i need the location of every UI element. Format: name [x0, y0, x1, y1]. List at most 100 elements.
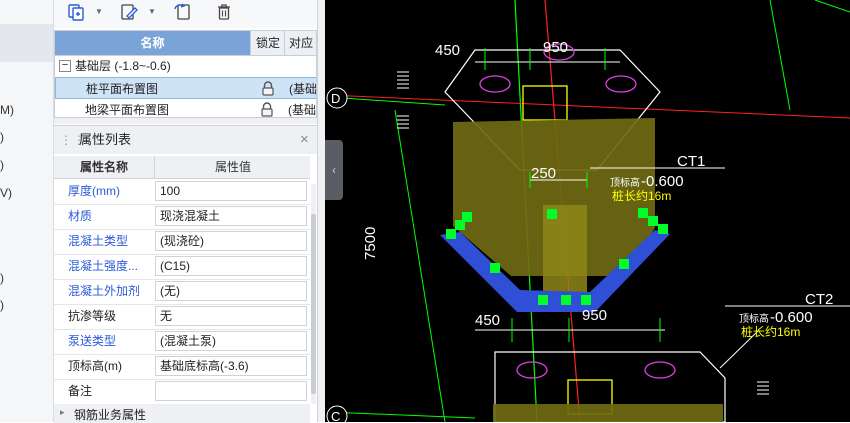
layer-row-correspond: (基础 — [288, 103, 316, 117]
refresh-icon — [174, 3, 190, 20]
property-value-field[interactable]: 100 — [155, 181, 307, 201]
layer-panel: ▼ ▼ 名称 锁定 对应 − 基础层 (-1.8~-0.6) 桩平面布置图 (基… — [54, 0, 317, 423]
property-name: 顶标高(m) — [68, 359, 122, 373]
properties-title-bar: ⋮⋮ 属性列表 × — [54, 126, 317, 154]
grid-line — [769, 0, 791, 111]
layer-group-row[interactable]: − 基础层 (-1.8~-0.6) — [55, 55, 316, 77]
pile-circle — [479, 75, 511, 93]
pile-circle — [644, 361, 676, 379]
property-value-field[interactable]: (C15) — [155, 256, 307, 276]
property-row[interactable]: 抗渗等级 无 — [54, 304, 310, 330]
nav-fragment: V) — [0, 186, 12, 200]
lock-icon[interactable] — [260, 102, 274, 118]
delete-layer-button[interactable] — [212, 1, 236, 23]
left-navigation-strip: M) ) ) V) ) ) — [0, 0, 54, 422]
column-header-property-name: 属性名称 — [79, 160, 128, 174]
selected-nav-item[interactable] — [0, 24, 53, 62]
column-header-property-value: 属性值 — [154, 156, 311, 178]
column-header-name[interactable]: 名称 — [55, 31, 250, 55]
property-row[interactable]: 备注 — [54, 379, 310, 405]
grid-line — [394, 109, 446, 422]
properties-panel: ⋮⋮ 属性列表 × 属性名称 属性值 厚度(mm) 100 材质 现浇混凝土混凝土类型… — [54, 125, 317, 423]
nav-fragment: ) — [0, 271, 4, 285]
property-name: 混凝土类型 — [68, 234, 129, 248]
layer-toolbar: ▼ ▼ — [54, 0, 317, 28]
chevron-left-icon: ‹ — [332, 163, 336, 177]
column-header-lock[interactable]: 锁定 — [250, 31, 285, 55]
cad-canvas[interactable]: 450 950 250 450 950 7500 D C CT1 顶标高 -0.… — [325, 0, 850, 422]
expand-icon[interactable]: ▸ — [60, 407, 65, 418]
callout-ct1-pile: 桩长约16m — [612, 188, 671, 203]
drawing-area[interactable]: 450 950 250 450 950 7500 D C CT1 顶标高 -0.… — [325, 0, 850, 422]
properties-footer[interactable]: ▸ 钢筋业务属性 — [54, 404, 310, 423]
spring-symbol — [397, 71, 409, 129]
delete-icon — [218, 4, 230, 20]
edit-icon — [121, 4, 138, 20]
nav-fragment: ) — [0, 130, 4, 144]
layer-group-label: 基础层 (-1.8~-0.6) — [75, 59, 171, 73]
property-row[interactable]: 混凝土外加剂 (无) — [54, 279, 310, 305]
pile-circle — [605, 75, 637, 93]
property-value-field[interactable]: (混凝土泵) — [155, 331, 307, 351]
property-row[interactable]: 厚度(mm) 100 — [54, 179, 310, 205]
properties-table-header: 属性名称 属性值 — [54, 156, 310, 179]
layer-table-header: 名称 锁定 对应 — [55, 31, 316, 56]
callout-ct2-name: CT2 — [805, 291, 833, 308]
layer-row-label: 地梁平面布置图 — [85, 103, 170, 117]
column-header-correspond[interactable]: 对应 — [284, 31, 316, 55]
callout-ct1-elev: -0.600 — [641, 173, 684, 190]
grid-line — [814, 0, 850, 13]
property-name: 厚度(mm) — [68, 184, 120, 198]
copy-layer-icon — [68, 4, 84, 21]
nav-fragment: M) — [0, 103, 14, 117]
property-value-field[interactable]: 无 — [155, 306, 307, 326]
callout-ct2-pile: 桩长约16m — [741, 324, 800, 339]
lock-icon[interactable] — [261, 81, 275, 97]
property-name: 材质 — [68, 209, 93, 223]
pile-cap-body-2 — [493, 404, 723, 422]
axis-label-c: C — [331, 409, 340, 422]
property-name: 泵送类型 — [68, 334, 117, 348]
layer-row[interactable]: 地梁平面布置图 (基础 — [55, 99, 316, 118]
column-outline — [522, 85, 568, 121]
nav-fragment: ) — [0, 158, 4, 172]
axis-centerline — [327, 94, 850, 119]
collapse-toggle[interactable]: − — [59, 60, 71, 72]
property-value-field[interactable]: 基础底标高(-3.6) — [155, 356, 307, 376]
dim-vertical: 7500 — [362, 227, 379, 260]
dim-top-right: 950 — [543, 39, 568, 56]
property-row[interactable]: 混凝土强度... (C15) — [54, 254, 310, 280]
callout-ct1-elev-label: 顶标高 — [610, 176, 640, 189]
layer-row-label: 桩平面布置图 — [86, 82, 159, 96]
vertical-scrollbar[interactable] — [311, 184, 316, 404]
property-name: 备注 — [68, 384, 93, 398]
collapse-panel-tab[interactable]: ‹ — [325, 140, 343, 200]
column-body — [543, 205, 587, 305]
property-row[interactable]: 混凝土类型 (现浇砼) — [54, 229, 310, 255]
spring-symbol — [757, 381, 769, 395]
dim-top-left: 450 — [435, 42, 460, 59]
property-value-field[interactable]: 现浇混凝土 — [155, 206, 307, 226]
layer-row-selected[interactable]: 桩平面布置图 (基础 — [55, 77, 316, 99]
property-value-field[interactable] — [155, 381, 307, 401]
scrollbar-thumb[interactable] — [311, 214, 316, 394]
dim-bottom-left: 450 — [475, 312, 500, 329]
edit-layer-button[interactable] — [117, 1, 141, 23]
chevron-down-icon[interactable]: ▼ — [148, 5, 156, 19]
horizontal-scrollbar[interactable] — [54, 118, 317, 124]
rebar-properties-label: 钢筋业务属性 — [74, 408, 147, 422]
property-name: 混凝土外加剂 — [68, 284, 141, 298]
layer-table: 名称 锁定 对应 − 基础层 (-1.8~-0.6) 桩平面布置图 (基础 地梁… — [54, 30, 317, 118]
close-icon[interactable]: × — [300, 126, 309, 154]
property-value-field[interactable]: (现浇砼) — [155, 231, 307, 251]
property-value-field[interactable]: (无) — [155, 281, 307, 301]
copy-layer-button[interactable] — [64, 1, 88, 23]
chevron-down-icon[interactable]: ▼ — [95, 5, 103, 19]
property-row[interactable]: 泵送类型 (混凝土泵) — [54, 329, 310, 355]
property-row[interactable]: 材质 现浇混凝土 — [54, 204, 310, 230]
refresh-layer-button[interactable] — [171, 1, 195, 23]
axis-label-d: D — [331, 91, 340, 106]
property-name: 混凝土强度... — [68, 259, 139, 273]
property-row[interactable]: 顶标高(m) 基础底标高(-3.6) — [54, 354, 310, 380]
dim-mid: 250 — [531, 165, 556, 182]
